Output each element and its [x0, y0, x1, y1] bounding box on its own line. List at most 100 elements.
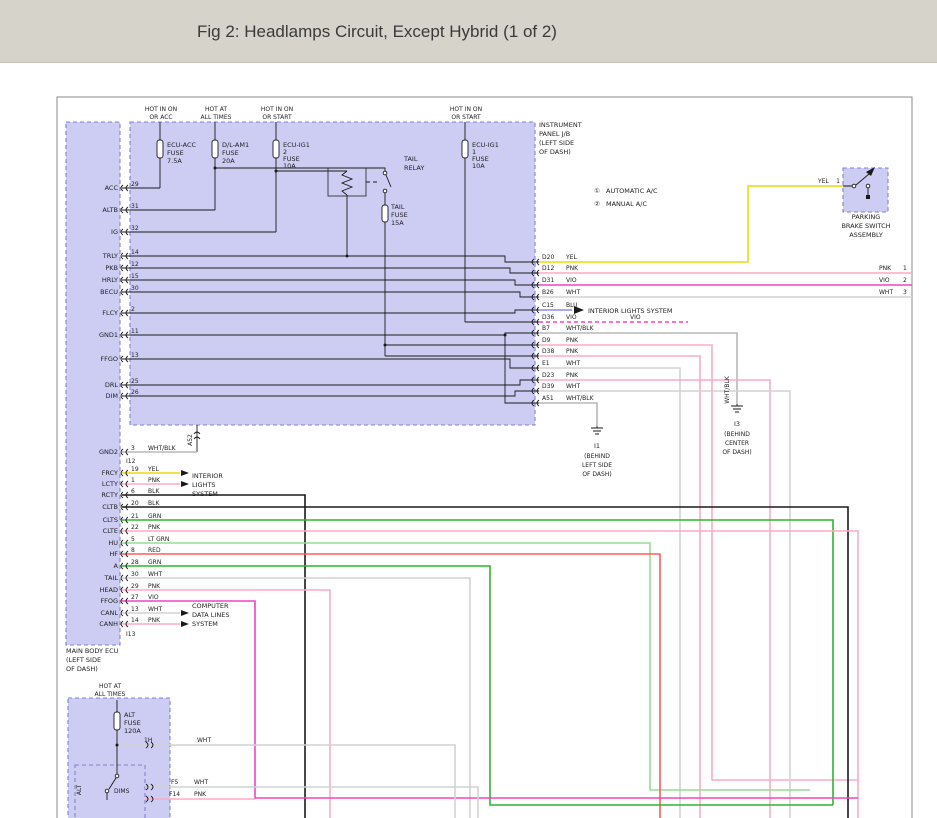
- ecu-pin-name: FRCY: [102, 469, 118, 477]
- edge-wire-pin: 2: [903, 277, 907, 284]
- fuse-label: FUSE: [124, 719, 141, 727]
- jb-label: INSTRUMENT: [539, 121, 582, 129]
- fuse-label: D/L-AM1: [222, 141, 249, 149]
- ecu-pin-num: 5: [131, 536, 135, 543]
- jb-row-color: VIO: [566, 277, 577, 284]
- wiring-diagram: HOT IN ON OR ACC HOT AT ALL TIMES HOT IN…: [0, 62, 937, 818]
- wire-color-label: WHT: [148, 571, 162, 578]
- ecu-pin-name: LCTY: [102, 480, 118, 488]
- power-label: HOT AT: [205, 106, 227, 113]
- connector-id-i13: I13: [126, 631, 136, 638]
- parking-brake-switch-box: [843, 168, 888, 212]
- wire-color-label: GRN: [148, 513, 161, 520]
- jb-row-color: PNK: [566, 265, 579, 272]
- jb-row-id: D12: [542, 265, 554, 272]
- wire-color-label: WHT/BLK: [148, 445, 177, 452]
- power-label: HOT IN ON: [450, 106, 482, 113]
- whtblk-vertical-label: WHT/BLK: [724, 375, 731, 404]
- power-label: OR START: [451, 114, 481, 121]
- fuse-label: FUSE: [222, 149, 239, 157]
- ecu-pin-num: 30: [131, 285, 139, 292]
- fuse-label: 20A: [222, 157, 235, 165]
- ecu-pin-name: FFGO: [100, 355, 118, 363]
- parking-label: BRAKE SWITCH: [841, 222, 890, 230]
- edge-wire-pin: 1: [903, 265, 907, 272]
- junction-dot: [214, 167, 217, 170]
- wire-clts-grn: [122, 520, 833, 805]
- ecu-pin-num: 14: [131, 617, 139, 624]
- ecu-pin-num: 26: [131, 389, 139, 396]
- jb-label: PANEL J/B: [539, 130, 570, 138]
- fuse-label: FUSE: [391, 211, 408, 219]
- ecu-pin-num: 6: [131, 488, 135, 495]
- wire-color-label: RED: [148, 547, 161, 554]
- parking-label: ASSEMBLY: [849, 231, 883, 239]
- f5-connector-label: F5: [171, 779, 178, 786]
- ecu-pin-num: 25: [131, 378, 139, 385]
- ecu-pin-name: DIM: [105, 392, 118, 400]
- ground-loc: (BEHIND: [724, 431, 750, 438]
- jb-row-color: BLU: [566, 302, 578, 309]
- a52-connector-label: A52: [187, 434, 194, 446]
- dimmer-contact-top: [115, 774, 119, 778]
- legend-label: MANUAL A/C: [606, 200, 647, 208]
- ecu-pin-name: HU: [108, 539, 118, 547]
- edge-wire-color: PNK: [879, 265, 892, 272]
- wire-e1-wht: [539, 368, 680, 818]
- wire-color-label: PNK: [148, 477, 161, 484]
- ground-i1-symbol: [591, 426, 603, 434]
- ecu-pin-name: RCTY: [101, 491, 118, 499]
- ecu-pin-name: PKB: [105, 264, 118, 272]
- jb-row-id: D38: [542, 348, 554, 355]
- jb-row-color: PNK: [566, 348, 579, 355]
- alt-label: ALT: [76, 785, 83, 796]
- figure-title: Fig 2: Headlamps Circuit, Except Hybrid …: [197, 22, 557, 42]
- jb-row-id: D31: [542, 277, 554, 284]
- jb-row-id: B7: [542, 325, 550, 332]
- interior-lights-label: SYSTEM: [192, 490, 218, 498]
- fuse-label: ECU-ACC: [167, 141, 196, 149]
- ecu-pin-num: 31: [131, 203, 139, 210]
- fuse-label: 7.5A: [167, 157, 182, 165]
- jb-row-id: D36: [542, 314, 554, 321]
- wire-d38-pnk: [539, 356, 700, 818]
- ecu-pin-num: 1: [131, 477, 135, 484]
- interior-lights-label: LIGHTS: [192, 481, 216, 489]
- wire-color-label: BLK: [148, 500, 160, 507]
- ground-loc: (BEHIND: [584, 453, 610, 460]
- power-label: ALL TIMES: [201, 114, 232, 121]
- ground-id-i3: I3: [734, 420, 740, 428]
- jb-row-id: D9: [542, 337, 551, 344]
- ecu-pin-name: CLTB: [102, 503, 118, 511]
- ecu-label: (LEFT SIDE: [66, 656, 101, 664]
- ecu-pin-name: ACC: [105, 184, 119, 192]
- edge-wire-color: VIO: [879, 277, 890, 284]
- ecu-pin-name: CLTS: [103, 516, 118, 524]
- ecu-acc-fuse-symbol: [157, 140, 163, 158]
- computer-arrow-2: [181, 621, 189, 627]
- ecu-pin-name: CANL: [101, 609, 119, 617]
- fuse-label: 120A: [124, 727, 141, 735]
- ecu-pin-num: 22: [131, 524, 139, 531]
- ecu-pin-num: 14: [131, 249, 139, 256]
- parking-label: PARKING: [852, 213, 881, 221]
- ecu-pin-num: 28: [131, 559, 139, 566]
- jb-row-id: D23: [542, 372, 554, 379]
- tail-fuse-symbol: [382, 205, 388, 222]
- parking-contact-right: [866, 184, 870, 188]
- dimmer-contact-bottom: [105, 789, 109, 793]
- jb-row-id: D39: [542, 383, 554, 390]
- ecu-pin-name: CANH: [99, 620, 118, 628]
- wire-color-label: LT GRN: [148, 536, 169, 543]
- ecu-label: OF DASH): [66, 665, 98, 673]
- wire-color-label: YEL: [147, 466, 159, 473]
- fuse-label: ALT: [124, 711, 135, 719]
- power-label: OR START: [262, 114, 292, 121]
- ecu-ig1-2-fuse-symbol: [273, 140, 279, 158]
- ecu-pin-num: 29: [131, 583, 139, 590]
- parking-wire-color: YEL: [817, 178, 829, 185]
- parking-ground-dot: [866, 195, 870, 199]
- ecu-pin-name: IG: [111, 228, 118, 236]
- ground-loc: CENTER: [725, 440, 749, 447]
- ecu-pin-name: CLTE: [103, 527, 118, 535]
